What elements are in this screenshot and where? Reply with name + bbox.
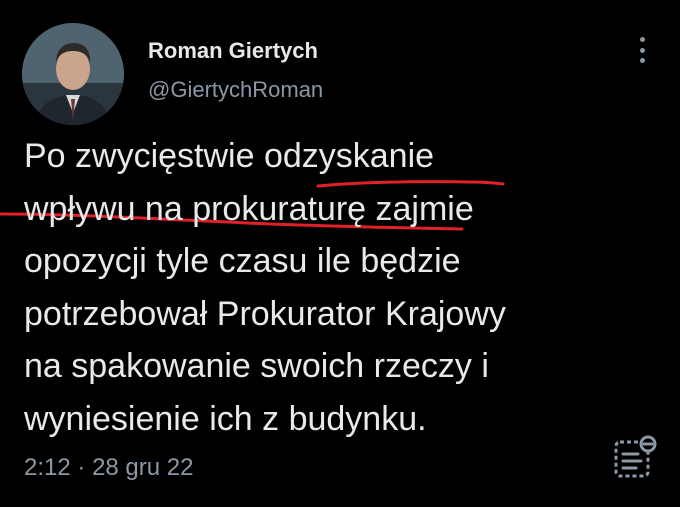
tweet-analytics-icon[interactable] <box>612 434 660 482</box>
tweet-time: 2:12 <box>24 454 71 481</box>
tweet-line: Po zwycięstwie odzyskanie <box>24 137 435 175</box>
tweet-line: opozycji tyle czasu ile będzie <box>24 242 461 280</box>
tweet-text: Po zwycięstwie odzyskanie wpływu na prok… <box>24 130 664 445</box>
tweet-timestamp[interactable]: 2:12 · 28 gru 22 <box>24 454 193 482</box>
tweet-date: 28 gru 22 <box>92 454 194 481</box>
tweet-line: wyniesienie ich z budynku. <box>24 399 427 438</box>
tweet-line: na spakowanie swoich rzeczy i <box>24 347 489 385</box>
meta-separator: · <box>77 454 86 481</box>
tweet-line: potrzebował Prokurator Krajowy <box>24 294 506 333</box>
tweet-line: wpływu na prokuraturę zajmie <box>24 189 474 228</box>
